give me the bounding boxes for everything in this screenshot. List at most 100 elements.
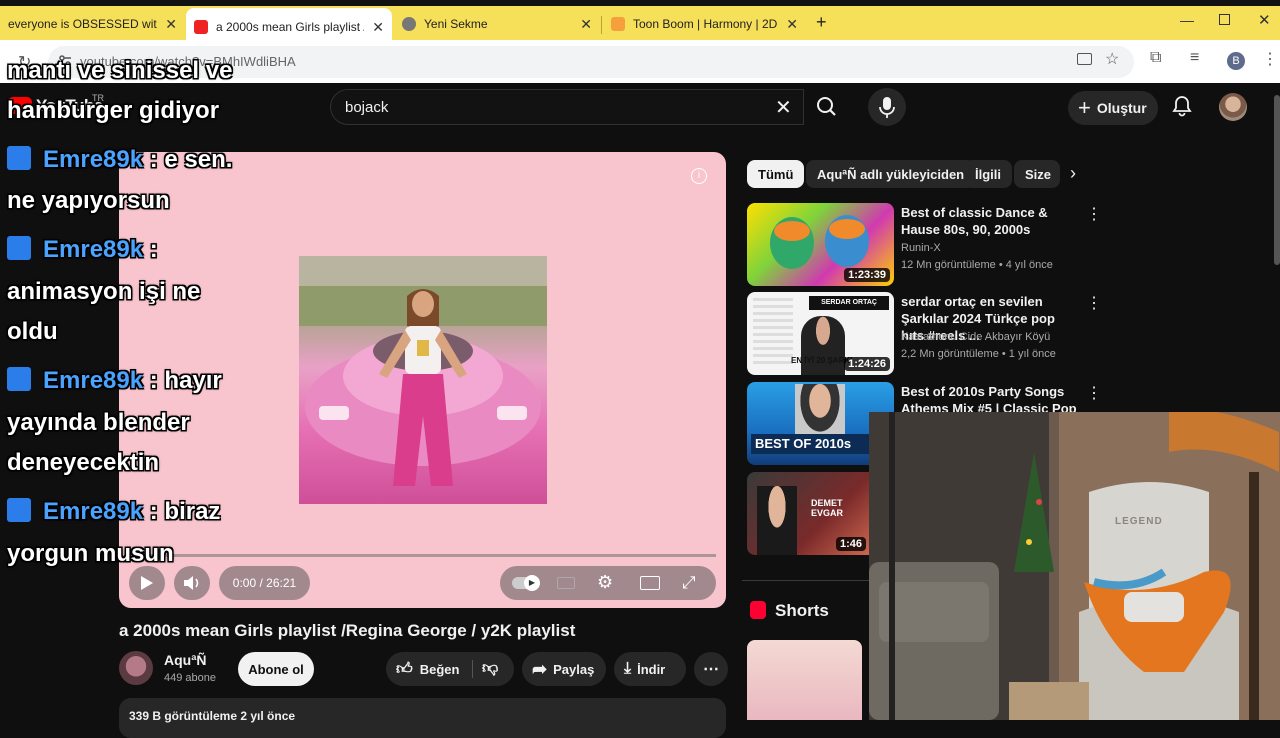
- close-tab-icon[interactable]: ✕: [786, 16, 798, 33]
- settings-gear-icon[interactable]: ⚙: [597, 572, 613, 593]
- tab-obsessed[interactable]: everyone is OBSESSED with you... ✕: [0, 8, 185, 40]
- plus-icon: +: [1078, 95, 1091, 120]
- rec-more-icon[interactable]: ⋮: [1086, 383, 1102, 403]
- bookmark-star-icon[interactable]: ☆: [1105, 49, 1119, 69]
- tab-title: Yeni Sekme: [424, 17, 488, 31]
- rec-thumbnail[interactable]: SERDAR ORTAÇ EN İYİ 20 ŞARKI 1:24:26: [747, 292, 894, 375]
- short-thumbnail[interactable]: [747, 640, 862, 720]
- rec-channel[interactable]: Kastamonu Cide Akbayır Köyü: [901, 331, 1050, 343]
- search-input[interactable]: bojack: [345, 99, 388, 116]
- play-icon: [141, 576, 153, 590]
- notifications-bell-icon[interactable]: [1172, 95, 1192, 122]
- chat-message: deneyecektin: [7, 449, 160, 476]
- chat-line: mantı ve sinissel ve: [7, 56, 232, 86]
- search-box[interactable]: bojack ✕: [330, 89, 804, 125]
- chrome-favicon-icon: [402, 17, 416, 31]
- duration-badge: 1:46: [835, 537, 866, 551]
- media-control-icon[interactable]: ≡: [1190, 49, 1199, 67]
- chat-message: : biraz: [143, 498, 221, 525]
- chat-badge-icon: [7, 146, 31, 170]
- chat-badge-icon: [7, 367, 31, 391]
- chat-line: deneyecektin: [7, 448, 159, 478]
- chat-message: animasyon işi ne: [7, 278, 201, 305]
- install-app-icon[interactable]: [1077, 53, 1092, 65]
- download-button[interactable]: ⤓ İndir: [614, 652, 686, 686]
- chat-username: Emre89k: [43, 367, 144, 394]
- more-actions-button[interactable]: ⋯: [694, 652, 728, 686]
- chip-related[interactable]: İlgili: [964, 160, 1012, 188]
- volume-button[interactable]: [174, 566, 210, 600]
- close-tab-icon[interactable]: ✕: [580, 16, 592, 33]
- voice-search-button[interactable]: [868, 88, 906, 126]
- shorts-icon: [750, 601, 766, 619]
- player-controls-right: ▶ ⚙ ⤢: [500, 566, 716, 600]
- like-dislike-group: 👍︎ Beğen 👎︎: [386, 652, 514, 686]
- share-icon: ➦: [532, 658, 548, 679]
- new-tab-button[interactable]: +: [816, 12, 827, 33]
- rec-title[interactable]: Best of classic Dance & Hause 80s, 90, 2…: [901, 204, 1081, 238]
- chat-message: : e sen.: [143, 146, 233, 173]
- channel-avatar[interactable]: [119, 651, 153, 685]
- minimize-icon[interactable]: —: [1180, 12, 1194, 28]
- chat-message: ne yapıyorsun: [7, 187, 170, 214]
- fullscreen-icon[interactable]: ⤢: [682, 573, 696, 593]
- chip-for-you[interactable]: Size: [1014, 160, 1060, 188]
- tab-toonboom[interactable]: Toon Boom | Harmony | 2D Anim... ✕: [603, 8, 806, 40]
- volume-icon: [184, 576, 199, 590]
- singer-photo: [801, 316, 845, 375]
- rec-channel[interactable]: Runin-X: [901, 242, 941, 254]
- rec-title[interactable]: Best of 2010s Party Songs Athems Mix #5 …: [901, 383, 1081, 413]
- subscribe-button[interactable]: Abone ol: [238, 652, 314, 686]
- autoplay-toggle[interactable]: ▶: [512, 575, 540, 591]
- chat-message: oldu: [7, 318, 58, 345]
- chat-badge-icon: [7, 498, 31, 522]
- play-button[interactable]: [129, 566, 165, 600]
- rec-meta: 2,2 Mn görüntüleme • 1 yıl önce: [901, 348, 1056, 360]
- subtitles-icon[interactable]: [557, 577, 575, 589]
- tab-separator: [601, 16, 602, 34]
- chat-line: yorgun musun: [7, 539, 174, 569]
- close-tab-icon[interactable]: ✕: [372, 19, 384, 36]
- profile-avatar[interactable]: B: [1227, 52, 1245, 70]
- info-icon[interactable]: i: [691, 168, 707, 184]
- share-button[interactable]: ➦ Paylaş: [522, 652, 606, 686]
- thumbnail-caption: SERDAR ORTAÇ: [809, 296, 889, 310]
- thumbnail-caption: DEMET EVGAR: [811, 498, 844, 518]
- create-button[interactable]: + Oluştur: [1068, 91, 1158, 125]
- maximize-icon[interactable]: [1219, 14, 1230, 25]
- close-tab-icon[interactable]: ✕: [165, 16, 177, 33]
- like-button[interactable]: 👍︎ Beğen: [396, 660, 459, 679]
- browser-menu-icon[interactable]: ⋮: [1262, 49, 1278, 69]
- channel-name[interactable]: AquªÑ: [164, 652, 207, 668]
- user-avatar[interactable]: [1219, 93, 1247, 121]
- download-label: İndir: [637, 661, 666, 677]
- rec-more-icon[interactable]: ⋮: [1086, 204, 1102, 224]
- chat-username: Emre89k: [43, 146, 144, 173]
- section-divider: [742, 580, 872, 581]
- artist-photo: [795, 384, 845, 440]
- chip-from-uploader[interactable]: AquªÑ adlı yükleyiciden: [806, 160, 976, 188]
- like-label: Beğen: [419, 661, 460, 677]
- chat-line: oldu: [7, 317, 58, 347]
- chat-message: :: [143, 236, 158, 263]
- rec-more-icon[interactable]: ⋮: [1086, 293, 1102, 313]
- progress-bar[interactable]: [131, 554, 716, 557]
- extensions-icon[interactable]: ⧉: [1150, 49, 1161, 67]
- clear-search-icon[interactable]: ✕: [775, 95, 792, 120]
- close-window-icon[interactable]: ✕: [1258, 11, 1271, 29]
- chat-message: yorgun musun: [7, 540, 174, 567]
- share-label: Paylaş: [553, 661, 595, 677]
- dislike-button[interactable]: 👎︎: [482, 659, 498, 678]
- tab-title: a 2000s mean Girls playlist /Regina: [216, 20, 364, 34]
- chevron-right-icon[interactable]: ›: [1070, 163, 1076, 184]
- song-list-graphic: [753, 298, 793, 368]
- chip-all[interactable]: Tümü: [747, 160, 805, 188]
- search-button[interactable]: [804, 89, 850, 125]
- tab-strip-top-edge: [0, 0, 1280, 6]
- description-box[interactable]: 339 B görüntüleme 2 yıl önce: [119, 698, 726, 738]
- rec-thumbnail[interactable]: 1:23:39: [747, 203, 894, 286]
- tab-new[interactable]: Yeni Sekme ✕: [394, 8, 600, 40]
- page-scrollbar[interactable]: [1274, 95, 1280, 265]
- theater-mode-icon[interactable]: [640, 576, 660, 590]
- video-cover-image: [299, 256, 547, 504]
